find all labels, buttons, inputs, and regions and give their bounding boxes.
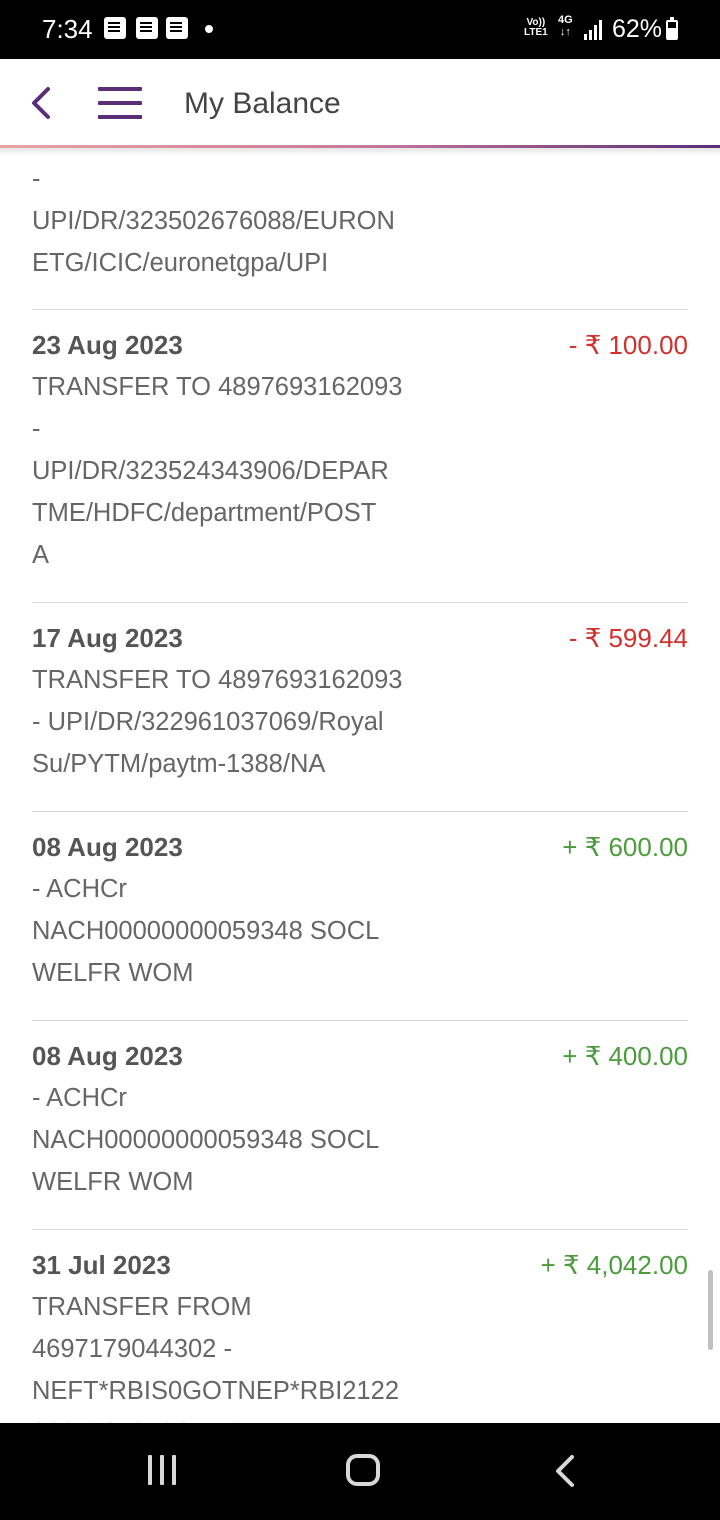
menu-button[interactable] bbox=[98, 87, 142, 121]
transaction-description: - UPI/DR/323502676088/EURON ETG/ICIC/eur… bbox=[32, 165, 395, 277]
home-icon[interactable] bbox=[346, 1454, 380, 1486]
transaction-description: - ACHCr NACH00000000059348 SOCL WELFR WO… bbox=[32, 1084, 380, 1196]
transaction-list[interactable]: - UPI/DR/323502676088/EURON ETG/ICIC/eur… bbox=[0, 148, 720, 1423]
transaction-date: 17 Aug 2023 bbox=[32, 623, 183, 653]
transaction-amount: - ₹ 599.44 bbox=[568, 623, 688, 653]
transaction-date: 08 Aug 2023 bbox=[32, 832, 183, 862]
signal-icon bbox=[584, 18, 606, 40]
app-header: My Balance bbox=[0, 59, 720, 147]
system-nav-bar bbox=[0, 1423, 720, 1520]
dot-icon bbox=[205, 25, 213, 33]
status-time: 7:34 bbox=[42, 14, 93, 44]
transaction-item[interactable]: 31 Jul 2023 + ₹ 4,042.00 TRANSFER FROM 4… bbox=[32, 1230, 688, 1423]
back-icon[interactable] bbox=[550, 1451, 578, 1491]
scrollbar-thumb[interactable] bbox=[708, 1270, 713, 1350]
battery-fill bbox=[668, 28, 676, 38]
transaction-item[interactable]: - UPI/DR/323502676088/EURON ETG/ICIC/eur… bbox=[32, 148, 688, 310]
transaction-item[interactable]: 17 Aug 2023 - ₹ 599.44 TRANSFER TO 48976… bbox=[32, 603, 688, 812]
network-type: 4G ↓↑ bbox=[558, 14, 573, 38]
transaction-amount: + ₹ 600.00 bbox=[562, 832, 688, 862]
transaction-date: 08 Aug 2023 bbox=[32, 1041, 183, 1071]
transaction-description: TRANSFER TO 4897693162093 - UPI/DR/32296… bbox=[32, 666, 403, 778]
page-title: My Balance bbox=[184, 87, 341, 120]
battery-percent: 62% bbox=[612, 15, 663, 43]
transaction-date: 23 Aug 2023 bbox=[32, 330, 183, 360]
transaction-amount: + ₹ 400.00 bbox=[562, 1041, 688, 1071]
transaction-item[interactable]: 08 Aug 2023 + ₹ 400.00 - ACHCr NACH00000… bbox=[32, 1021, 688, 1230]
transaction-date: 31 Jul 2023 bbox=[32, 1250, 171, 1280]
recents-icon[interactable] bbox=[146, 1455, 180, 1485]
network-label: Vo)) LTE1 bbox=[524, 17, 548, 38]
notification-icon bbox=[166, 17, 188, 39]
transaction-description: TRANSFER FROM 4697179044302 - NEFT*RBIS0… bbox=[32, 1293, 400, 1423]
battery-icon bbox=[666, 17, 678, 40]
chevron-left-icon bbox=[32, 87, 50, 119]
transaction-description: - ACHCr NACH00000000059348 SOCL WELFR WO… bbox=[32, 875, 380, 987]
back-button[interactable] bbox=[24, 83, 60, 123]
hamburger-icon bbox=[98, 87, 142, 91]
transaction-description: TRANSFER TO 4897693162093 - UPI/DR/32352… bbox=[32, 373, 403, 569]
transaction-amount: + ₹ 4,042.00 bbox=[540, 1250, 688, 1280]
transaction-item[interactable]: 23 Aug 2023 - ₹ 100.00 TRANSFER TO 48976… bbox=[32, 310, 688, 603]
transaction-item[interactable]: 08 Aug 2023 + ₹ 600.00 - ACHCr NACH00000… bbox=[32, 812, 688, 1021]
transaction-amount: - ₹ 100.00 bbox=[568, 330, 688, 360]
notification-icon bbox=[104, 17, 126, 39]
notification-icon bbox=[136, 17, 158, 39]
status-bar: 7:34 Vo)) LTE1 4G ↓↑ 62% bbox=[0, 0, 720, 59]
